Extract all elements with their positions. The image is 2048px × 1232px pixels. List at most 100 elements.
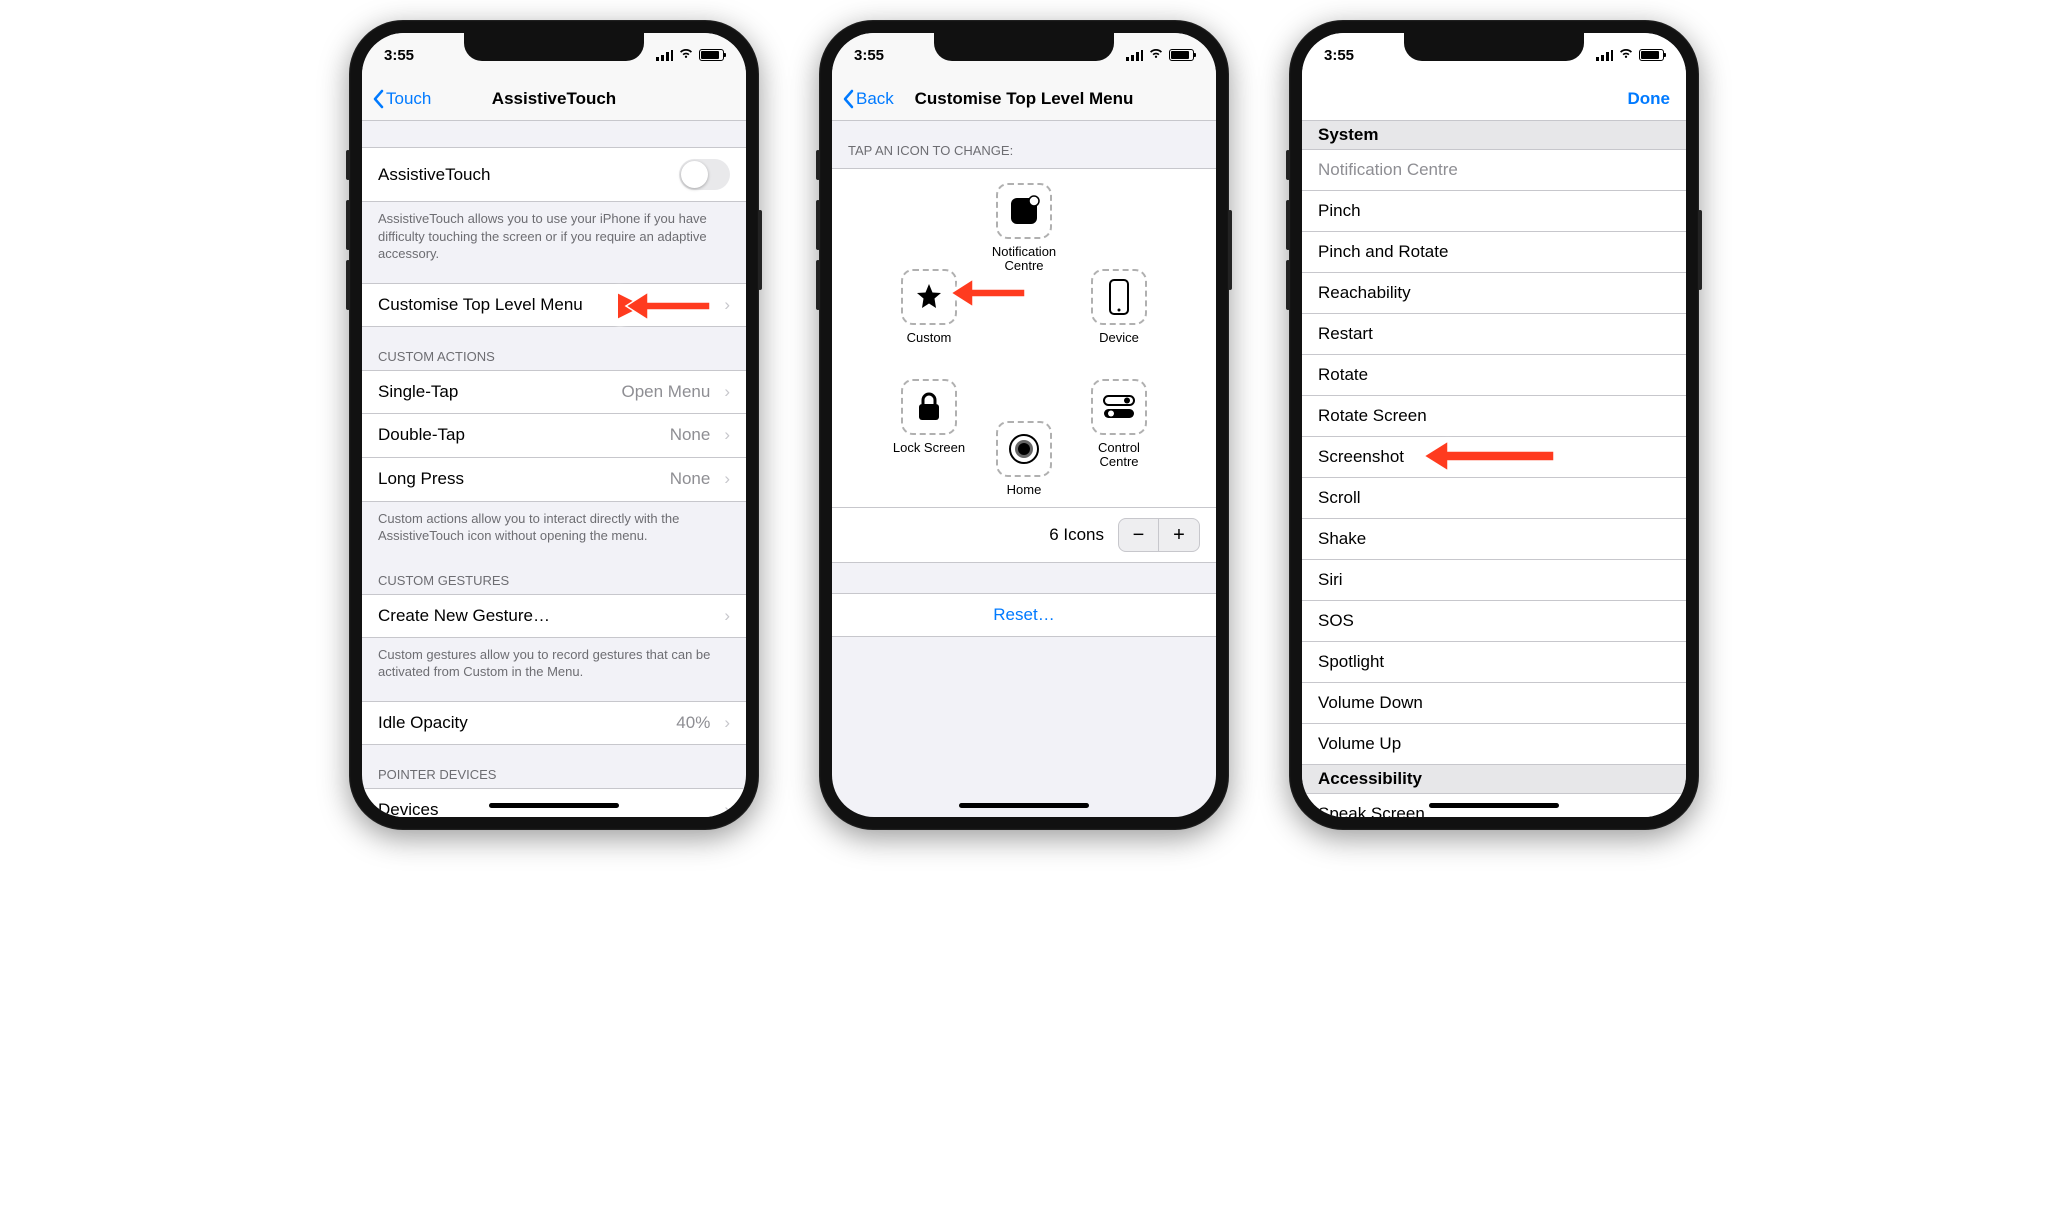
back-label: Back [856, 89, 894, 109]
count-label: 6 Icons [1049, 525, 1104, 545]
device-icon [1109, 279, 1129, 315]
long-press-row[interactable]: Long Press None › [362, 458, 746, 502]
arrow-annotation-icon [618, 286, 718, 326]
list-item[interactable]: Spotlight [1302, 642, 1686, 683]
home-icon [1007, 432, 1041, 466]
menu-icon-device[interactable]: Device [1079, 269, 1159, 345]
lock-icon [916, 392, 942, 422]
done-button[interactable]: Done [1628, 89, 1671, 109]
double-tap-row[interactable]: Double-Tap None › [362, 414, 746, 458]
stepper: − + [1118, 518, 1200, 552]
icon-grid: Notification Centre Custom Device [832, 168, 1216, 508]
list-item[interactable]: Pinch [1302, 191, 1686, 232]
menu-icon-home[interactable]: Home [984, 421, 1064, 497]
wifi-icon [1618, 47, 1634, 64]
chevron-right-icon: › [724, 713, 730, 733]
menu-icon-notification[interactable]: Notification Centre [984, 183, 1064, 274]
row-label: Screenshot [1318, 447, 1404, 467]
list-item[interactable]: Notification Centre [1302, 150, 1686, 191]
row-value: 40% [676, 713, 710, 733]
idle-opacity-row[interactable]: Idle Opacity 40%› [362, 701, 746, 745]
icon-label: Custom [889, 331, 969, 345]
list-item-screenshot[interactable]: Screenshot [1302, 437, 1686, 478]
signal-icon [656, 50, 673, 61]
status-time: 3:55 [854, 47, 884, 64]
list-item[interactable]: Volume Down [1302, 683, 1686, 724]
menu-icon-lock[interactable]: Lock Screen [889, 379, 969, 455]
list-item[interactable]: Reachability [1302, 273, 1686, 314]
chevron-left-icon [372, 89, 384, 109]
section-header: POINTER DEVICES [362, 745, 746, 788]
icon-count-row: 6 Icons − + [832, 508, 1216, 563]
list-item[interactable]: Rotate Screen [1302, 396, 1686, 437]
wifi-icon [678, 47, 694, 64]
single-tap-row[interactable]: Single-Tap Open Menu› [362, 370, 746, 414]
icon-label: Device [1079, 331, 1159, 345]
battery-icon [699, 49, 724, 61]
row-label: Devices [378, 800, 438, 817]
chevron-right-icon: › [724, 800, 730, 817]
battery-icon [1639, 49, 1664, 61]
stepper-plus[interactable]: + [1159, 519, 1199, 551]
section-header-system: System [1302, 121, 1686, 150]
notification-centre-icon [1007, 194, 1041, 228]
list-item[interactable]: Pinch and Rotate [1302, 232, 1686, 273]
customise-menu-row[interactable]: Customise Top Level Menu › [362, 283, 746, 327]
reset-button[interactable]: Reset… [832, 593, 1216, 637]
row-label: Long Press [378, 469, 464, 489]
list-item[interactable]: Restart [1302, 314, 1686, 355]
footer-text: AssistiveTouch allows you to use your iP… [362, 202, 746, 269]
status-time: 3:55 [1324, 47, 1354, 64]
icon-label: Home [984, 483, 1064, 497]
section-header: CUSTOM ACTIONS [362, 327, 746, 370]
row-label: Double-Tap [378, 425, 465, 445]
list-item[interactable]: Scroll [1302, 478, 1686, 519]
section-header: CUSTOM GESTURES [362, 551, 746, 594]
list-item[interactable]: Speak Screen [1302, 794, 1686, 817]
list-item[interactable]: Siri [1302, 560, 1686, 601]
create-gesture-row[interactable]: Create New Gesture… › [362, 594, 746, 638]
assistivetouch-toggle-row[interactable]: AssistiveTouch [362, 147, 746, 202]
phone-frame-1: 3:55 Touch AssistiveTouch AssistiveTouch… [349, 20, 759, 830]
icon-label: Control Centre [1079, 441, 1159, 470]
section-prompt: TAP AN ICON TO CHANGE: [832, 121, 1216, 168]
devices-row[interactable]: Devices › [362, 788, 746, 817]
chevron-right-icon: › [724, 425, 730, 445]
status-time: 3:55 [384, 47, 414, 64]
row-label: AssistiveTouch [378, 165, 490, 185]
battery-icon [1169, 49, 1194, 61]
footer-text: Custom actions allow you to interact dir… [362, 502, 746, 551]
signal-icon [1596, 50, 1613, 61]
back-button[interactable]: Back [842, 89, 894, 109]
menu-icon-control[interactable]: Control Centre [1079, 379, 1159, 470]
chevron-right-icon: › [724, 295, 730, 315]
phone-frame-2: 3:55 Back Customise Top Level Menu TAP A… [819, 20, 1229, 830]
phone-frame-3: 3:55 Done System Notification Centre Pin… [1289, 20, 1699, 830]
chevron-right-icon: › [724, 469, 730, 489]
arrow-annotation-icon [943, 275, 1033, 319]
icon-label: Notification Centre [984, 245, 1064, 274]
stepper-minus[interactable]: − [1119, 519, 1159, 551]
wifi-icon [1148, 47, 1164, 64]
back-button[interactable]: Touch [372, 89, 431, 109]
navbar: Back Customise Top Level Menu [832, 77, 1216, 121]
row-value: None [670, 425, 711, 445]
control-centre-icon [1102, 394, 1136, 420]
list-item[interactable]: Volume Up [1302, 724, 1686, 765]
star-icon [914, 282, 944, 312]
row-value: None [670, 469, 711, 489]
footer-text: Custom gestures allow you to record gest… [362, 638, 746, 687]
list-item[interactable]: SOS [1302, 601, 1686, 642]
icon-label: Lock Screen [889, 441, 969, 455]
chevron-right-icon: › [724, 382, 730, 402]
reset-label: Reset… [993, 605, 1054, 625]
list-item[interactable]: Shake [1302, 519, 1686, 560]
menu-icon-custom[interactable]: Custom [889, 269, 969, 345]
row-value: Open Menu [621, 382, 710, 402]
back-label: Touch [386, 89, 431, 109]
navbar: Done [1302, 77, 1686, 121]
toggle-switch[interactable] [679, 159, 730, 190]
signal-icon [1126, 50, 1143, 61]
list-item[interactable]: Rotate [1302, 355, 1686, 396]
arrow-annotation-icon [1412, 437, 1562, 475]
